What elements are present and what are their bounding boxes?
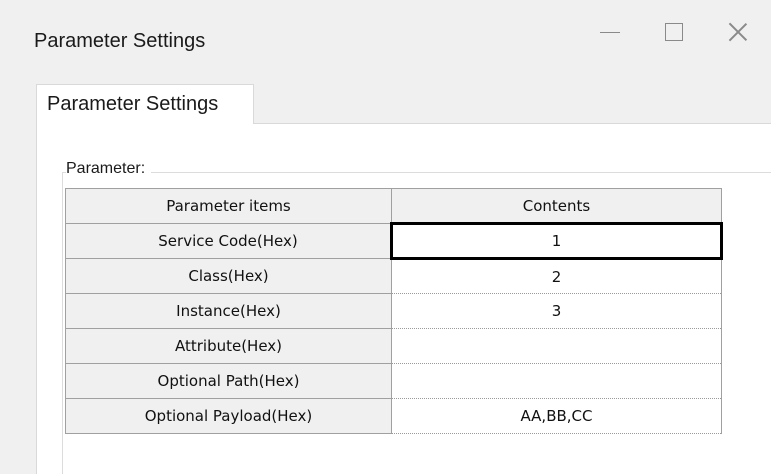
table-row: Optional Path(Hex) (65, 363, 722, 399)
column-header-contents[interactable]: Contents (391, 188, 722, 224)
minimize-icon (600, 31, 620, 33)
parameter-settings-window: Parameter Settings Parameter Settings Pa… (0, 0, 771, 474)
maximize-button[interactable] (642, 8, 706, 56)
parameter-group-label: Parameter: (66, 160, 152, 178)
row-header[interactable]: Service Code(Hex) (65, 223, 392, 259)
maximize-icon (665, 23, 683, 41)
column-header-items[interactable]: Parameter items (65, 188, 392, 224)
close-button[interactable] (706, 8, 770, 56)
table-row: Class(Hex) 2 (65, 258, 722, 294)
table-row: Instance(Hex) 3 (65, 293, 722, 329)
row-header[interactable]: Optional Path(Hex) (65, 363, 392, 399)
minimize-button[interactable] (578, 8, 642, 56)
row-header[interactable]: Class(Hex) (65, 258, 392, 294)
table-row: Service Code(Hex) 1 (65, 222, 723, 260)
row-header[interactable]: Optional Payload(Hex) (65, 398, 392, 434)
value-cell[interactable]: 1 (390, 222, 723, 260)
parameter-grid: Parameter items Contents Service Code(He… (65, 188, 723, 434)
table-row: Optional Payload(Hex) AA,BB,CC (65, 398, 722, 434)
tab-parameter-settings[interactable]: Parameter Settings (36, 84, 254, 124)
title-bar[interactable]: Parameter Settings (0, 0, 771, 88)
value-cell[interactable]: 3 (391, 293, 722, 329)
row-header[interactable]: Instance(Hex) (65, 293, 392, 329)
close-icon (728, 22, 748, 42)
value-cell[interactable] (391, 363, 722, 399)
window-title: Parameter Settings (34, 30, 206, 52)
value-cell[interactable]: 2 (391, 258, 722, 294)
value-cell[interactable]: AA,BB,CC (391, 398, 722, 434)
tab-label: Parameter Settings (47, 93, 219, 115)
table-row: Attribute(Hex) (65, 328, 722, 364)
row-header[interactable]: Attribute(Hex) (65, 328, 392, 364)
value-cell[interactable] (391, 328, 722, 364)
grid-header-row: Parameter items Contents (65, 188, 722, 224)
